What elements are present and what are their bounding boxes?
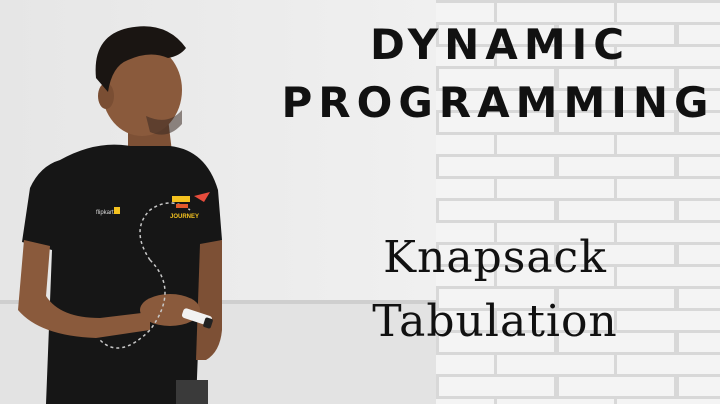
subtitle-line-1: Knapsack: [383, 232, 607, 283]
subtitle-line-2: Tabulation: [372, 296, 618, 347]
shirt-graphic-text: JOURNEY: [170, 214, 199, 220]
video-thumbnail: JOURNEY flipkart DYNAMIC PROGRAMMING Kna…: [0, 0, 720, 404]
t-shirt: [22, 144, 222, 404]
title-line-1: DYNAMIC: [369, 20, 631, 69]
right-arm: [196, 240, 222, 360]
title-line-2: PROGRAMMING: [281, 78, 715, 127]
svg-text:flipkart: flipkart: [96, 210, 114, 216]
